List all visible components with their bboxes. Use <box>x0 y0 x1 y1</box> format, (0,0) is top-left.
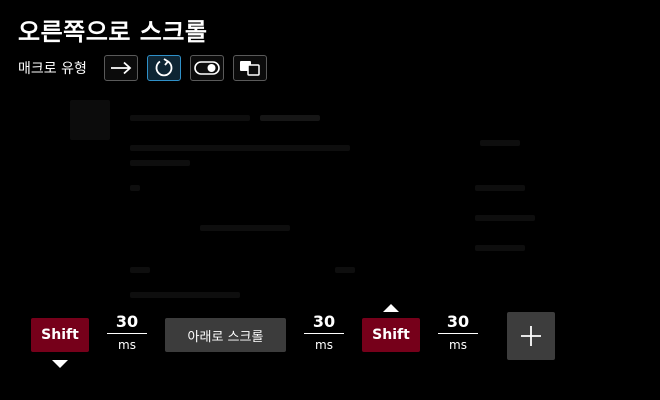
sequence-icon <box>239 61 260 76</box>
background-line <box>260 115 320 121</box>
scroll-down-action-chip[interactable]: 아래로 스크롤 <box>165 318 286 352</box>
macro-type-loop-button[interactable] <box>146 55 181 81</box>
macro-editor: 오른쪽으로 스크롤 매크로 유형 Shift 30 ms 아래로 스크롤 30 … <box>0 0 660 400</box>
key-chip-shift-press[interactable]: Shift <box>31 318 89 352</box>
arrow-right-icon <box>110 61 132 75</box>
plus-icon <box>521 326 541 346</box>
loop-icon <box>155 58 173 77</box>
background-line <box>130 267 150 273</box>
background-line <box>130 160 190 166</box>
background-line <box>130 115 250 121</box>
background-line <box>130 185 140 191</box>
delay-value: 30 <box>438 313 478 334</box>
background-line <box>130 145 350 151</box>
background-line <box>475 245 525 251</box>
background-line <box>335 267 355 273</box>
background-line <box>475 185 525 191</box>
background-panel <box>70 100 110 140</box>
background-app <box>70 80 570 310</box>
macro-type-row: 매크로 유형 <box>18 53 276 83</box>
delay-value: 30 <box>107 313 147 334</box>
delay-unit: ms <box>315 338 333 352</box>
background-line <box>130 292 240 298</box>
key-down-icon <box>52 360 68 368</box>
macro-type-label: 매크로 유형 <box>18 61 87 77</box>
delay-value: 30 <box>304 313 344 334</box>
macro-type-sequence-button[interactable] <box>232 55 267 81</box>
page-title: 오른쪽으로 스크롤 <box>18 18 208 46</box>
delay-step-1[interactable]: 30 ms <box>107 313 147 352</box>
background-line <box>480 140 520 146</box>
delay-step-3[interactable]: 30 ms <box>438 313 478 352</box>
toggle-icon <box>194 61 220 75</box>
delay-unit: ms <box>449 338 467 352</box>
add-step-button[interactable] <box>507 312 555 360</box>
delay-unit: ms <box>118 338 136 352</box>
key-chip-shift-release[interactable]: Shift <box>362 318 420 352</box>
macro-type-arrow-button[interactable] <box>103 55 138 81</box>
key-up-icon <box>383 304 399 312</box>
macro-type-toggle-button[interactable] <box>189 55 224 81</box>
background-line <box>475 215 535 221</box>
delay-step-2[interactable]: 30 ms <box>304 313 344 352</box>
background-line <box>200 225 290 231</box>
